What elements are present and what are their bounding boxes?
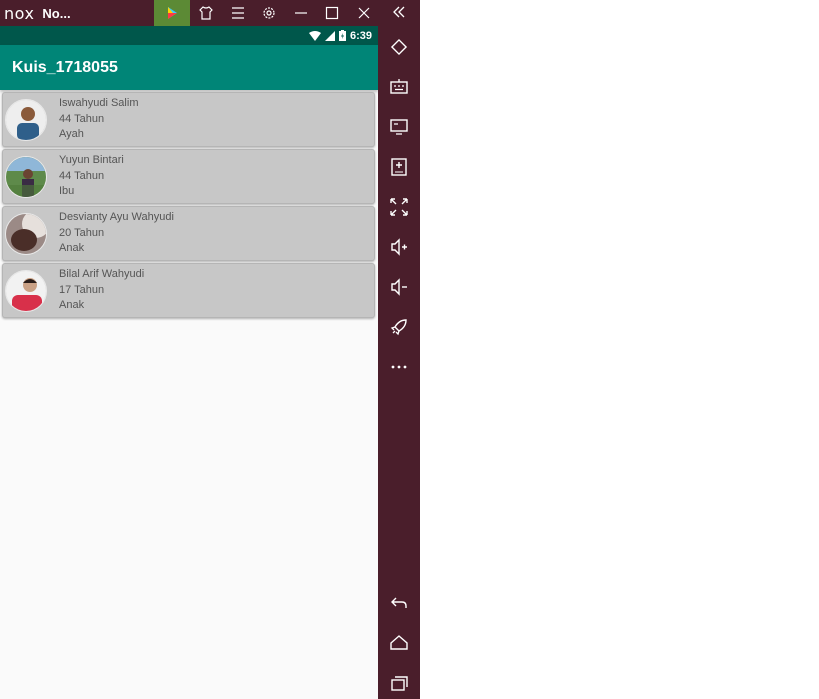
person-age: 44 Tahun — [59, 169, 105, 182]
person-role: Anak — [59, 242, 85, 255]
person-role: Ibu — [59, 185, 75, 198]
signal-icon — [324, 30, 335, 41]
app-title: Kuis_1718055 — [12, 58, 118, 76]
emulator-brand: nox No... — [0, 4, 154, 23]
avatar — [5, 155, 47, 198]
collapse-sidebar-button[interactable] — [378, 0, 420, 24]
people-list: Iswahyudi Salim 44 Tahun Ayah Yuyun Bint… — [0, 90, 378, 318]
person-name: Yuyun Bintari — [59, 154, 124, 167]
avatar — [5, 269, 47, 312]
volume-up-button[interactable] — [378, 232, 420, 262]
settings-button[interactable] — [253, 0, 285, 26]
close-button[interactable] — [348, 0, 380, 26]
volume-down-icon — [391, 278, 407, 296]
screen-button[interactable] — [378, 112, 420, 142]
person-role: Ayah — [59, 128, 84, 141]
avatar — [5, 98, 47, 141]
person-info: Bilal Arif Wahyudi 17 Tahun Anak — [59, 267, 144, 314]
rotate-button[interactable] — [378, 32, 420, 62]
list-item[interactable]: Desvianty Ayu Wahyudi 20 Tahun Anak — [2, 206, 375, 261]
avatar-photo — [6, 156, 46, 197]
monitor-icon — [390, 119, 408, 135]
fullscreen-button[interactable] — [378, 192, 420, 222]
double-chevron-left-icon — [393, 6, 405, 18]
person-age: 17 Tahun — [59, 283, 105, 296]
battery-icon — [338, 30, 346, 41]
person-name: Bilal Arif Wahyudi — [59, 268, 145, 281]
back-button[interactable] — [378, 588, 420, 618]
person-name: Iswahyudi Salim — [59, 97, 139, 110]
home-icon — [390, 635, 408, 650]
shirt-icon — [199, 6, 213, 20]
avatar — [5, 212, 47, 255]
nox-logo: nox — [4, 3, 35, 23]
more-dots-icon — [391, 365, 407, 369]
wifi-icon — [308, 30, 321, 41]
avatar-photo — [6, 213, 46, 254]
hamburger-icon — [231, 7, 244, 19]
avatar-photo — [6, 99, 46, 140]
status-bar: 6:39 — [0, 26, 378, 45]
person-age: 20 Tahun — [59, 226, 105, 239]
home-button[interactable] — [378, 628, 420, 658]
app-bar: Kuis_1718055 — [0, 45, 378, 90]
list-item[interactable]: Bilal Arif Wahyudi 17 Tahun Anak — [2, 263, 375, 318]
rocket-button[interactable] — [378, 312, 420, 342]
maximize-button[interactable] — [317, 0, 349, 26]
person-name: Desvianty Ayu Wahyudi — [59, 211, 174, 224]
gear-icon — [263, 7, 275, 19]
list-item[interactable]: Iswahyudi Salim 44 Tahun Ayah — [2, 92, 375, 147]
more-button[interactable] — [378, 352, 420, 382]
status-time: 6:39 — [349, 29, 372, 42]
apk-icon — [391, 158, 407, 176]
install-apk-button[interactable] — [378, 152, 420, 182]
recent-apps-icon — [391, 676, 408, 691]
person-age: 44 Tahun — [59, 112, 105, 125]
person-info: Iswahyudi Salim 44 Tahun Ayah — [59, 96, 138, 143]
volume-up-icon — [391, 238, 407, 256]
theme-button[interactable] — [190, 0, 222, 26]
keyboard-icon — [390, 79, 408, 94]
back-icon — [391, 597, 407, 608]
rotate-icon — [390, 38, 408, 56]
volume-down-button[interactable] — [378, 272, 420, 302]
android-screen: 6:39 Kuis_1718055 Iswahyudi Salim 44 Tah… — [0, 26, 378, 699]
emulator-sidebar — [378, 0, 420, 699]
person-info: Desvianty Ayu Wahyudi 20 Tahun Anak — [59, 210, 174, 257]
close-icon — [358, 7, 370, 19]
list-item[interactable]: Yuyun Bintari 44 Tahun Ibu — [2, 149, 375, 204]
rocket-icon — [390, 319, 407, 336]
recent-apps-button[interactable] — [378, 668, 420, 698]
person-role: Anak — [59, 299, 85, 312]
keyboard-button[interactable] — [378, 72, 420, 102]
play-store-icon — [168, 7, 178, 19]
play-store-button[interactable] — [154, 0, 191, 26]
window-title: No... — [42, 5, 71, 21]
person-info: Yuyun Bintari 44 Tahun Ibu — [59, 153, 124, 200]
emulator-window: nox No... 6:39 Kuis_1718055 Iswahyudi Sa… — [0, 0, 420, 699]
expand-icon — [390, 198, 408, 216]
minimize-icon — [294, 12, 307, 14]
maximize-icon — [326, 6, 339, 20]
menu-button[interactable] — [222, 0, 254, 26]
minimize-button[interactable] — [285, 0, 317, 26]
avatar-photo — [6, 270, 46, 311]
emulator-titlebar: nox No... — [0, 0, 380, 26]
